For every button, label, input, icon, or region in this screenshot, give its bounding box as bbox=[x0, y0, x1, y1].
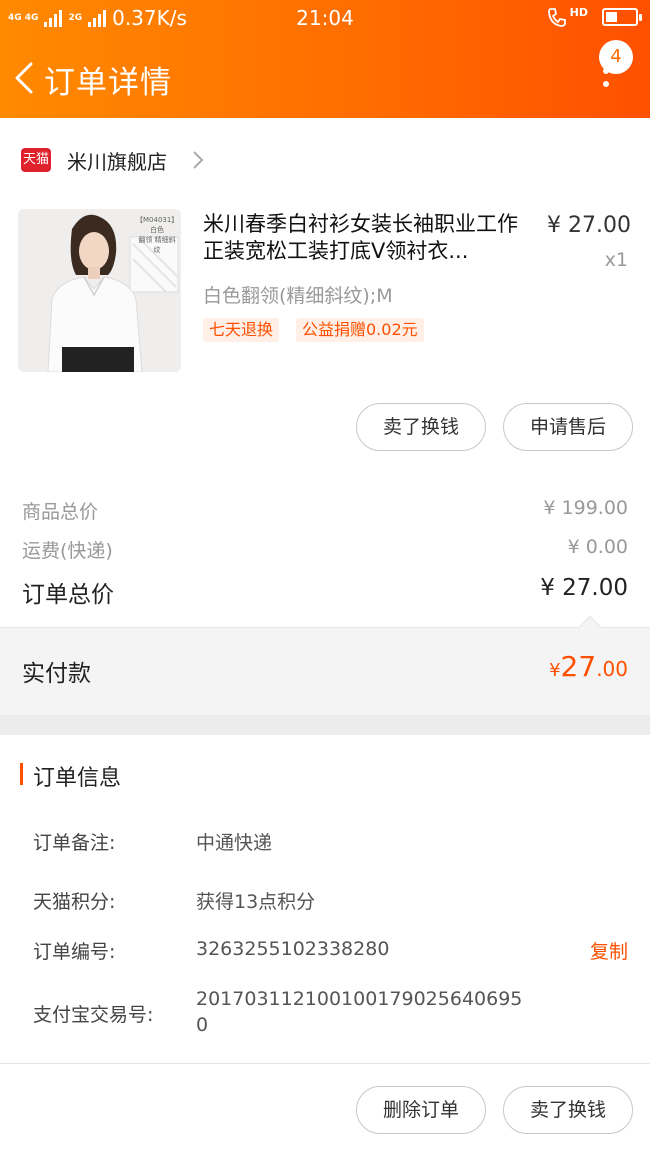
tmall-points-label: 天猫积分: bbox=[33, 891, 116, 913]
section-accent-bar bbox=[20, 763, 23, 785]
apply-after-sale-button[interactable]: 申请售后 bbox=[503, 403, 633, 451]
page-title: 订单详情 bbox=[44, 65, 172, 101]
alipay-trade-value-line2: 0 bbox=[196, 1014, 209, 1036]
order-remark-value: 中通快递 bbox=[196, 832, 273, 854]
paid-decimal: .00 bbox=[596, 657, 628, 681]
paid-integer: 27 bbox=[560, 650, 597, 683]
order-info-header: 订单信息 bbox=[0, 735, 650, 813]
alipay-trade-label: 支付宝交易号: bbox=[33, 1004, 154, 1026]
sell-for-cash-button-bottom[interactable]: 卖了换钱 bbox=[503, 1086, 633, 1134]
tmall-icon: 天猫 bbox=[21, 148, 51, 172]
product-spec: 白色翻领(精细斜纹);M bbox=[203, 285, 393, 307]
tag-charity: 公益捐赠0.02元 bbox=[296, 318, 424, 342]
product-title: 米川春季白衬衫女装长袖职业工作正装宽松工装打底V领衬衣... bbox=[203, 212, 518, 263]
goods-total-label: 商品总价 bbox=[22, 501, 99, 523]
more-dots-icon bbox=[603, 68, 609, 94]
order-total-row: 订单总价 ¥ 27.00 bbox=[0, 575, 650, 609]
delete-order-button[interactable]: 删除订单 bbox=[356, 1086, 486, 1134]
status-bar: 4G 4G 2G 0.37K/s 21:04 HD bbox=[0, 0, 650, 36]
phone-hd-icon: HD bbox=[546, 6, 588, 28]
product-image-caption: 【M04031】 白色 翻领 精细斜纹 bbox=[136, 215, 178, 255]
tag-seven-day-return: 七天退换 bbox=[203, 318, 280, 342]
hd-label: HD bbox=[569, 5, 588, 19]
chevron-right-icon bbox=[193, 151, 204, 169]
goods-total-value: ¥ 199.00 bbox=[543, 497, 628, 519]
image-caption-line: 翻领 精细斜纹 bbox=[138, 236, 176, 254]
order-number-label: 订单编号: bbox=[33, 941, 116, 963]
section-gap bbox=[0, 715, 650, 735]
actual-payment-bar: 实付款 ¥27.00 bbox=[0, 615, 650, 715]
goods-total-row: 商品总价 ¥ 199.00 bbox=[0, 497, 650, 527]
order-info-title: 订单信息 bbox=[33, 766, 122, 791]
battery-icon bbox=[602, 8, 642, 26]
header-bar: 4G 4G 2G 0.37K/s 21:04 HD 订单详情 4 bbox=[0, 0, 650, 118]
product-image: 【M04031】 白色 翻领 精细斜纹 bbox=[18, 209, 181, 372]
sell-for-cash-button[interactable]: 卖了换钱 bbox=[356, 403, 486, 451]
divider bbox=[0, 1063, 650, 1064]
shipping-value: ¥ 0.00 bbox=[567, 536, 628, 558]
product-price: ¥ 27.00 bbox=[547, 213, 631, 238]
more-menu-button[interactable]: 4 bbox=[597, 40, 637, 100]
back-arrow-icon[interactable] bbox=[14, 62, 34, 94]
copy-order-number-button[interactable]: 复制 bbox=[590, 937, 628, 964]
pointer-notch bbox=[578, 615, 602, 639]
product-quantity: x1 bbox=[604, 249, 628, 271]
order-number-value: 3263255102338280 bbox=[196, 938, 390, 960]
tmall-points-value: 获得13点积分 bbox=[196, 891, 316, 913]
paid-value: ¥27.00 bbox=[549, 650, 628, 683]
paid-label: 实付款 bbox=[22, 661, 91, 687]
nav-bar: 订单详情 4 bbox=[0, 40, 650, 116]
store-name: 米川旗舰店 bbox=[67, 150, 167, 174]
shipping-row: 运费(快递) ¥ 0.00 bbox=[0, 536, 650, 566]
product-item[interactable]: 【M04031】 白色 翻领 精细斜纹 米川春季白衬衫女装长袖职业工作正装宽松工… bbox=[0, 208, 650, 378]
order-remark-label: 订单备注: bbox=[33, 832, 116, 854]
store-row[interactable]: 天猫 米川旗舰店 bbox=[0, 120, 650, 200]
image-caption-line: 白色 bbox=[150, 226, 164, 234]
alipay-trade-value-line1: 201703112100100179025640695 bbox=[196, 988, 523, 1010]
shipping-label: 运费(快递) bbox=[22, 540, 113, 562]
order-total-value: ¥ 27.00 bbox=[540, 575, 628, 601]
image-caption-line: 【M04031】 bbox=[136, 216, 179, 224]
order-total-label: 订单总价 bbox=[22, 582, 114, 608]
paid-currency: ¥ bbox=[549, 660, 561, 681]
